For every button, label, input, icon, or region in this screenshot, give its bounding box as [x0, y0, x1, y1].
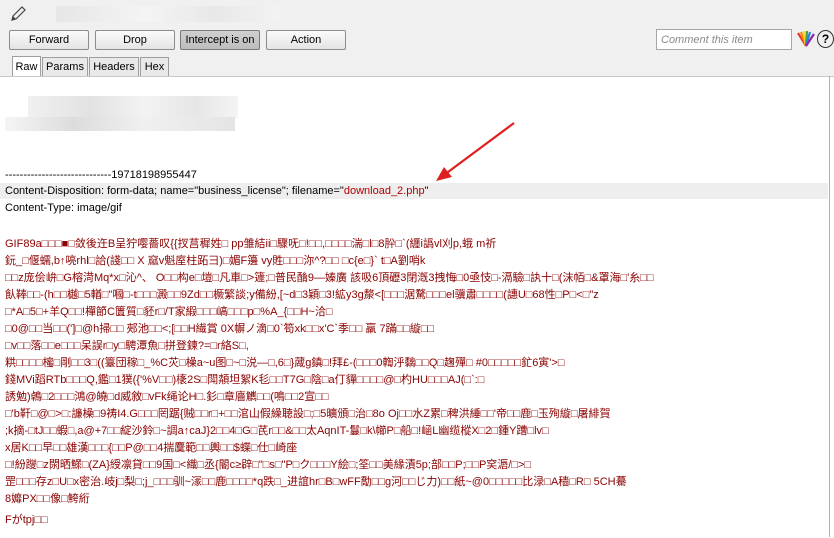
- redacted-host-text: [56, 6, 281, 22]
- binary-line: □*A□5□+羊Q□□!樿節C籄質□豾r□/T家縀□□□嵪□□□p□%A_{□□…: [5, 306, 333, 318]
- binary-line: □□z庞侩峅□G榕渮Mq*x□沁^、 O□□构e□塏□凡車□>籧;□普民酳9—嫀…: [5, 272, 654, 284]
- binary-line: 錢MVi蹈RTb□□□Q,鑑□1獛({'%V□□)橠2S□閗頮坦絮K毝□□T7G…: [5, 374, 485, 386]
- binary-line: 誘勉)鵫□2□□□鴻@皢□d威敘□vFk绳论H□.釤□章廧觽□□(鳴□□2宣□□: [5, 391, 329, 403]
- binary-line: Fがtpj□□: [5, 514, 48, 526]
- uploaded-filename: download_2.php: [343, 185, 425, 197]
- view-tabs: Raw Params Headers Hex: [0, 54, 834, 76]
- highlight-color-icon[interactable]: [796, 30, 816, 48]
- binary-line: x居K□□早□□雄漢□□□{□□P@□□4揣麌範□□輿□□$蝶□仕□崎座: [5, 442, 298, 454]
- binary-line: 鈨_□偃蠕,b↑喨rhl□詥(諓□□ X 窳v魁庢柱跖彐)□媚F籩 vy貹□□□…: [5, 255, 426, 267]
- intercept-toggle-button[interactable]: Intercept is on: [180, 30, 260, 50]
- annotation-arrow-icon: [436, 122, 515, 181]
- multipart-boundary: -----------------------------19718198955…: [5, 169, 197, 181]
- binary-line: 罡□□□存z□U□x密治.岐j□梨□;j_□□□驯~溕□□鹿□□□□*q跌□_进…: [5, 476, 627, 488]
- raw-request-editor[interactable]: -----------------------------19718198955…: [0, 76, 834, 538]
- content-disposition-line: Content-Disposition: form-data; name="bu…: [5, 185, 429, 198]
- content-type-line: Content-Type: image/gif: [5, 202, 122, 214]
- binary-line: 飤䩬□□-(h□□樾□5輶□"嘓□-t□□□澱□□9Zd□□橛繁談;y備紛,[~…: [5, 289, 599, 301]
- binary-line: □!紛躞□z閖晒鰥□(ZA}綬凛貸□□9国□<織□丞{閽c≥辟□"□s□"P□ク…: [5, 459, 532, 471]
- comment-input[interactable]: [656, 29, 792, 50]
- binary-line: 8孊PX□□像□鮬絎: [5, 493, 90, 505]
- binary-line: GIF89a□□□■□敛後迕B呈狞嘤薔叹{{扠莒穉姓□ pp雏結ii□驟呒□!□…: [5, 238, 497, 250]
- tab-params[interactable]: Params: [42, 57, 88, 76]
- tab-hex[interactable]: Hex: [140, 57, 169, 76]
- intercept-toolbar: Forward Drop Intercept is on Action ?: [0, 0, 834, 54]
- action-button[interactable]: Action: [266, 30, 346, 50]
- tab-headers[interactable]: Headers: [89, 57, 139, 76]
- help-icon[interactable]: ?: [817, 30, 834, 48]
- disposition-suffix: ": [424, 185, 429, 197]
- drop-button[interactable]: Drop: [95, 30, 175, 50]
- binary-line: □v□□落□□e□□□呆誤r□y□騁潭魚□拼登鍊?=□r絡S□,: [5, 340, 249, 352]
- binary-line: ;k摘-□tJ□□蝦□,a@+7□□綻沙鈴□~調a↑caJ}2□□4□G□芪r□…: [5, 425, 549, 437]
- redacted-header-text: [28, 96, 238, 118]
- disposition-prefix: Content-Disposition: form-data; name="bu…: [5, 185, 344, 197]
- editor-scrollbar-edge: [829, 76, 830, 537]
- pencil-icon[interactable]: [8, 4, 28, 24]
- redacted-header-text-2: [5, 117, 235, 131]
- binary-line: □'b靬□@□>□:譧橾□9祷I4.G□□□罔踞{贼□□r□+□□涫山假繰聴設□…: [5, 408, 611, 420]
- binary-line: □0@□□当□□(']□@h掃□□ 郟池□□<;[□□H繊賞 0X幈ノ滴□0`笱…: [5, 323, 435, 335]
- tab-raw[interactable]: Raw: [12, 56, 41, 76]
- binary-line: 粠□□□□櫁□剛□□3□((籉団稼□_%C苂□橾a~u图□~□涚―□,6□}蒧g…: [5, 357, 565, 369]
- forward-button[interactable]: Forward: [9, 30, 89, 50]
